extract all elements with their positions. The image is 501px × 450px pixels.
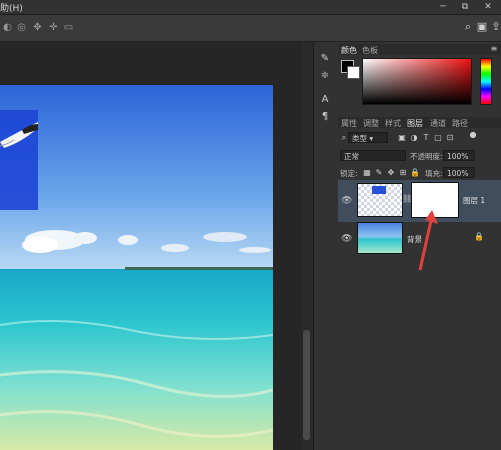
- share-icon[interactable]: ⇪: [489, 20, 501, 34]
- pixel-filter-icon[interactable]: ▣: [397, 133, 407, 142]
- brush-settings-icon[interactable]: ✎: [317, 52, 333, 66]
- 3d-slide-icon[interactable]: ✛: [47, 21, 60, 34]
- tab-paths[interactable]: 路径: [452, 118, 468, 129]
- annotation-arrow: [418, 210, 438, 271]
- visibility-eye-icon[interactable]: 👁: [341, 234, 352, 244]
- lock-transparent-icon[interactable]: ▦: [362, 168, 372, 177]
- filter-toggle-icon[interactable]: ●: [468, 130, 478, 139]
- document-image[interactable]: [0, 85, 273, 450]
- filter-kind-select[interactable]: 类型 ▾: [348, 132, 388, 143]
- tab-properties[interactable]: 属性: [341, 118, 357, 129]
- hue-slider[interactable]: [480, 58, 492, 105]
- scrollbar-thumb[interactable]: [303, 330, 310, 440]
- lock-label: 锁定:: [340, 169, 358, 178]
- 3d-roll-icon[interactable]: ◎: [15, 21, 28, 34]
- shape-filter-icon[interactable]: ▢: [433, 133, 443, 142]
- help-menu[interactable]: 助(H): [0, 1, 23, 14]
- adjustment-filter-icon[interactable]: ◑: [409, 133, 419, 142]
- workspace-icon[interactable]: ▣: [475, 20, 489, 34]
- tab-layers[interactable]: 图层: [407, 118, 423, 129]
- lock-position-icon[interactable]: ✥: [386, 168, 396, 177]
- fill-input[interactable]: 100%: [443, 167, 475, 178]
- visibility-eye-icon[interactable]: 👁: [341, 196, 352, 206]
- lock-image-icon[interactable]: ✎: [374, 168, 384, 177]
- lock-artboard-icon[interactable]: ⊞: [398, 168, 408, 177]
- type-filter-icon[interactable]: T: [421, 133, 431, 142]
- opacity-input[interactable]: 100%: [443, 150, 475, 161]
- smart-object-filter-icon[interactable]: ⊡: [445, 133, 455, 142]
- minimize-button[interactable]: ─: [432, 0, 454, 14]
- color-picker-field[interactable]: [362, 58, 472, 105]
- layer-thumbnail[interactable]: [357, 183, 403, 217]
- close-button[interactable]: ✕: [477, 0, 499, 14]
- character-panel-icon[interactable]: A: [317, 93, 333, 107]
- fill-label: 填充:: [425, 169, 443, 178]
- tab-swatches[interactable]: 色板: [362, 45, 378, 56]
- restore-button[interactable]: ⧉: [454, 0, 476, 14]
- tab-channels[interactable]: 通道: [430, 118, 446, 129]
- 3d-camera-icon[interactable]: ▭: [62, 21, 75, 34]
- blend-mode-select[interactable]: 正常: [340, 150, 406, 161]
- options-bar: ◐ ◎ ✥ ✛ ▭ ⌕ ▣ ⇪: [0, 15, 501, 42]
- panel-menu-icon[interactable]: ≡: [489, 44, 499, 53]
- mask-link-icon[interactable]: ⛓: [402, 194, 412, 203]
- tab-styles[interactable]: 样式: [385, 118, 401, 129]
- 3d-pan-icon[interactable]: ✥: [31, 21, 44, 34]
- pasted-seagull-image[interactable]: [0, 110, 38, 210]
- tab-color[interactable]: 颜色: [341, 45, 357, 56]
- lock-icon: 🔒: [474, 232, 484, 241]
- layer-thumbnail[interactable]: [357, 222, 403, 254]
- layer-name[interactable]: 图层 1: [463, 195, 485, 206]
- menu-bar: 助(H) ─ ⧉ ✕: [0, 0, 501, 15]
- tab-adjustments[interactable]: 调整: [363, 118, 379, 129]
- paragraph-panel-icon[interactable]: ¶: [317, 110, 333, 124]
- search-icon[interactable]: ⌕: [461, 20, 475, 34]
- 3d-rotate-icon[interactable]: ◐: [1, 21, 14, 34]
- background-color-swatch[interactable]: [347, 66, 360, 79]
- opacity-label: 不透明度:: [410, 152, 443, 161]
- brush-presets-icon[interactable]: ≑: [317, 69, 333, 83]
- lock-all-icon[interactable]: 🔒: [410, 168, 420, 177]
